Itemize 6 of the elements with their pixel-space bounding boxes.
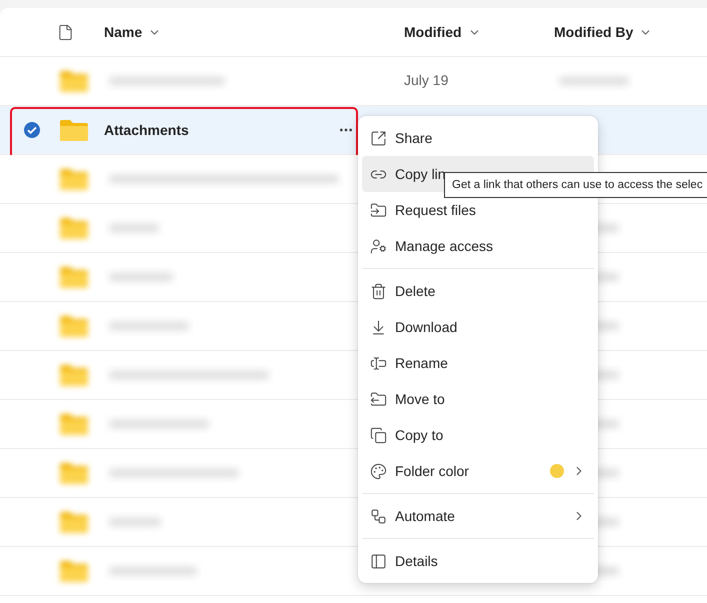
modified-date: July 19 xyxy=(404,72,448,88)
file-name[interactable]: Attachments xyxy=(104,122,189,138)
column-header[interactable]: Modified By xyxy=(554,24,652,40)
column-header[interactable]: Name xyxy=(104,24,162,40)
column-header[interactable]: Modified xyxy=(404,24,481,40)
tooltip: Get a link that others can use to access the selec xyxy=(444,172,707,198)
